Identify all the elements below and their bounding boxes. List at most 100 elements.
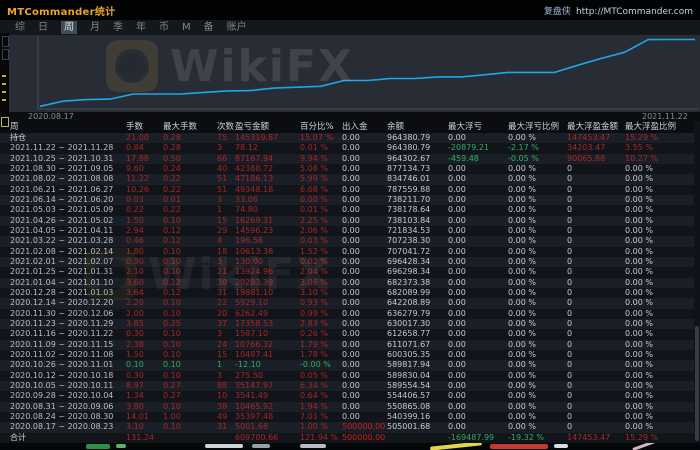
value-cell: 738211.70	[387, 195, 448, 205]
table-row[interactable]: 2020.08.31 ~ 2020.09.063.800.103810465.9…	[0, 402, 694, 412]
value-cell: 3.85	[126, 319, 163, 329]
table-row[interactable]: 2021.08.02 ~ 2021.08.0811.220.225147186.…	[0, 174, 694, 184]
value-cell: 0.00 %	[625, 288, 694, 298]
value-cell: 682089.99	[387, 288, 448, 298]
table-row[interactable]: 2020.10.12 ~ 2020.10.180.300.103275.500.…	[0, 371, 694, 381]
value-cell: 40	[217, 164, 235, 174]
value-cell: 2.38	[126, 340, 163, 350]
value-cell: 0.00	[448, 298, 508, 308]
menu-item-3[interactable]: 月	[90, 21, 100, 34]
value-cell: 2.00	[126, 309, 163, 319]
value-cell: 0	[567, 267, 625, 277]
edge-dash-icon	[2, 99, 6, 101]
value-cell: 14.01	[126, 412, 163, 422]
table-row[interactable]: 2021.01.04 ~ 2021.01.103.600.123020283.3…	[0, 278, 694, 288]
value-cell: 0.00 %	[508, 391, 567, 401]
value-cell: 0.00 %	[508, 133, 567, 143]
table-row[interactable]: 持仓21.000.2875145319.8715.07 %0.00964380.…	[0, 133, 694, 143]
table-row[interactable]: 2020.11.30 ~ 2020.12.062.000.10206262.49…	[0, 309, 694, 319]
table-row[interactable]: 2020.12.28 ~ 2021.01.033.640.123119881.1…	[0, 288, 694, 298]
value-cell: 3.06 %	[300, 278, 342, 288]
value-cell: 834746.01	[387, 174, 448, 184]
value-cell: 0.10	[126, 360, 163, 370]
value-cell: 0.00	[448, 422, 508, 432]
table-row[interactable]: 2021.03.22 ~ 2021.03.280.460.124196.580.…	[0, 236, 694, 246]
value-cell: 0.00	[342, 257, 387, 267]
value-cell: 1.52 %	[300, 247, 342, 257]
value-cell: 0.64 %	[300, 391, 342, 401]
period-cell: 2021.04.05 ~ 2021.04.11	[10, 226, 126, 236]
left-edge-artifacts	[0, 33, 9, 130]
value-cell: 7.01 %	[300, 412, 342, 422]
menu-item-9[interactable]: 账户	[227, 21, 247, 34]
header-cell-4: 盈亏金额	[235, 121, 300, 133]
menu-item-2[interactable]: 周	[61, 21, 77, 34]
table-row[interactable]: 2020.08.24 ~ 2020.08.3014.011.004935397.…	[0, 412, 694, 422]
menu-item-5[interactable]: 年	[136, 21, 146, 34]
app-title: MTCommander统计	[7, 3, 115, 18]
value-cell: 0.00 %	[625, 226, 694, 236]
table-row[interactable]: 2020.11.23 ~ 2020.11.293.850.253717358.5…	[0, 319, 694, 329]
value-cell: 0.00	[342, 267, 387, 277]
value-cell: 1.34	[126, 391, 163, 401]
table-row[interactable]: 2021.04.26 ~ 2021.05.021.500.101516269.3…	[0, 216, 694, 226]
period-cell: 2021.08.02 ~ 2021.08.08	[10, 174, 126, 184]
menu-item-7[interactable]: M	[182, 21, 191, 34]
value-cell: 0.00 %	[508, 340, 567, 350]
value-cell: 611071.67	[387, 340, 448, 350]
menu-item-1[interactable]: 日	[38, 21, 48, 34]
table-row[interactable]: 2020.11.02 ~ 2020.11.081.500.101510487.4…	[0, 350, 694, 360]
table-row[interactable]: 2020.11.16 ~ 2020.11.220.300.1031587.100…	[0, 329, 694, 339]
value-cell: 10.27 %	[625, 154, 694, 164]
value-cell: 3.55 %	[625, 143, 694, 153]
table-row[interactable]: 2020.08.17 ~ 2020.08.233.100.10315001.68…	[0, 422, 694, 432]
menu-item-8[interactable]: 备	[204, 21, 214, 34]
table-row[interactable]: 合计131.24609700.66121.94 %500000.00-16948…	[0, 433, 694, 443]
value-cell: 0.12	[163, 236, 217, 246]
value-cell: 0.00	[448, 216, 508, 226]
menu-item-0[interactable]: 综	[15, 21, 25, 34]
table-row[interactable]: 2021.05.03 ~ 2021.05.090.220.22174.800.0…	[0, 205, 694, 215]
vertical-scrollbar[interactable]	[694, 121, 700, 450]
table-row[interactable]: 2021.11.22 ~ 2021.11.280.840.28378.120.0…	[0, 143, 694, 153]
value-cell: 2.04 %	[300, 267, 342, 277]
value-cell: 0.00 %	[625, 391, 694, 401]
table-row[interactable]: 2021.08.30 ~ 2021.09.059.600.244042388.7…	[0, 164, 694, 174]
value-cell: 0	[567, 247, 625, 257]
table-row[interactable]: 2020.12.14 ~ 2020.12.202.200.10225929.10…	[0, 298, 694, 308]
period-cell: 2021.02.01 ~ 2021.02.07	[10, 257, 126, 267]
table-row[interactable]: 2020.11.09 ~ 2020.11.152.380.102410766.3…	[0, 340, 694, 350]
header-cell-7: 余额	[387, 121, 448, 133]
value-cell: 0.00	[448, 164, 508, 174]
table-row[interactable]: 2020.10.05 ~ 2020.10.118.970.278835147.9…	[0, 381, 694, 391]
scrollbar-thumb[interactable]	[695, 326, 699, 441]
value-cell: 0.00 %	[625, 340, 694, 350]
table-row[interactable]: 2020.09.28 ~ 2020.10.041.340.27103541.49…	[0, 391, 694, 401]
menu-item-4[interactable]: 季	[113, 21, 123, 34]
table-row[interactable]: 2020.10.26 ~ 2020.11.010.100.101-12.10-0…	[0, 360, 694, 370]
value-cell: 721834.53	[387, 226, 448, 236]
value-cell: 0.00 %	[508, 288, 567, 298]
fragment-icon	[554, 444, 568, 448]
table-row[interactable]: 2021.06.14 ~ 2021.06.200.030.01333.060.0…	[0, 195, 694, 205]
table-row[interactable]: 2021.06.21 ~ 2021.06.2710.260.225149348.…	[0, 185, 694, 195]
period-cell: 2020.12.28 ~ 2021.01.03	[10, 288, 126, 298]
value-cell: 0.00 %	[625, 164, 694, 174]
value-cell: 0.00	[342, 412, 387, 422]
table-row[interactable]: 2021.02.01 ~ 2021.02.070.300.103130.000.…	[0, 257, 694, 267]
menu-item-6[interactable]: 币	[159, 21, 169, 34]
value-cell: 0.00	[342, 205, 387, 215]
value-cell: 0.00	[342, 154, 387, 164]
header-cell-5: 百分比%	[300, 121, 342, 133]
table-row[interactable]: 2021.04.05 ~ 2021.04.112.940.122914596.2…	[0, 226, 694, 236]
table-row[interactable]: 2021.01.25 ~ 2021.01.312.100.102113924.9…	[0, 267, 694, 277]
header-cell-8: 最大浮亏	[448, 121, 508, 133]
brand-name: 复盘侠	[544, 7, 571, 17]
value-cell: 0.93 %	[300, 298, 342, 308]
site-url[interactable]: http://MTCommander.com	[576, 7, 693, 17]
table-row[interactable]: 2021.02.08 ~ 2021.02.141.800.101810613.3…	[0, 247, 694, 257]
value-cell: 589830.04	[387, 371, 448, 381]
table-row[interactable]: 2021.10.25 ~ 2021.10.3117.880.506687167.…	[0, 154, 694, 164]
value-cell: 0.00 %	[508, 329, 567, 339]
value-cell: 964380.79	[387, 133, 448, 143]
